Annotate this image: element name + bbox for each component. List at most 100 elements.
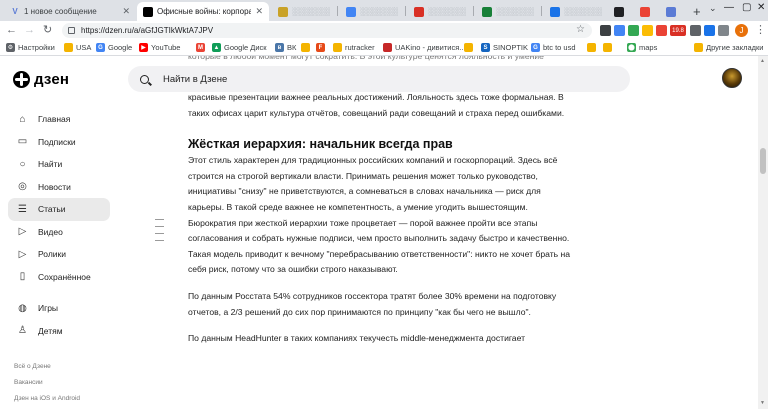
bookmark-uakino[interactable]: UAKino - дивитися... [383, 41, 466, 54]
page-scrollbar[interactable]: ▲ ▼ [758, 56, 768, 409]
folder-icon [464, 43, 473, 52]
footer-link-apps[interactable]: Дзен на iOS и Android [14, 395, 80, 402]
browser-menu-icon[interactable]: ⋮ [755, 23, 766, 36]
gear-icon: ⚙ [6, 43, 15, 52]
new-tab-button[interactable]: + [693, 4, 701, 19]
bookmark-folder[interactable] [301, 41, 313, 54]
address-bar[interactable]: https://dzen.ru/a/aGfJGTIkWktA7JPV [62, 23, 592, 38]
extension-icon[interactable] [656, 25, 667, 36]
back-icon[interactable]: ← [6, 23, 17, 37]
scroll-up-icon[interactable]: ▲ [760, 58, 765, 64]
vk-icon: в [275, 43, 284, 52]
sidebar-item-search[interactable]: ○ Найти [8, 153, 110, 176]
kids-icon: ♙ [18, 325, 27, 337]
browser-tab[interactable]: ░░░░░░░░ [408, 2, 472, 21]
browser-tab[interactable]: V 1 новое сообщение ✕ [4, 2, 136, 21]
close-icon[interactable]: ✕ [122, 6, 130, 17]
folder-icon [587, 43, 596, 52]
bookmark-google-drive[interactable]: ▲ Google Диск [212, 41, 267, 54]
extension-badge[interactable]: 19.8 [670, 25, 686, 36]
browser-tab[interactable]: ░░░░░░░░ [272, 2, 336, 21]
browser-tab[interactable] [662, 2, 694, 21]
extension-icon[interactable] [704, 25, 715, 36]
bookmark-folder[interactable] [464, 41, 476, 54]
footer-link-jobs[interactable]: Вакансии [14, 379, 43, 386]
tab-favicon-icon [414, 6, 424, 17]
browser-tab-strip: V 1 новое сообщение ✕ Офисные войны: кор… [0, 0, 768, 21]
article-toc-markers[interactable] [155, 219, 164, 247]
bookmark-icon: ▯ [19, 271, 26, 283]
minimize-icon[interactable]: — [724, 2, 734, 13]
article-paragraph: По данным Росстата 54% сотрудников госсе… [188, 290, 557, 317]
user-avatar[interactable] [722, 68, 742, 88]
extension-icon[interactable] [642, 25, 653, 36]
sidebar-item-saved[interactable]: ▯ Сохранённое [8, 266, 110, 289]
search-icon: ○ [19, 158, 26, 170]
close-icon[interactable]: ✕ [255, 6, 263, 17]
bookmark-maps[interactable]: ⬤ maps [627, 41, 657, 54]
search-icon [140, 74, 149, 84]
bookmark-vk[interactable]: в ВК [275, 41, 296, 54]
video-icon: ▷ [18, 226, 27, 238]
tab-favicon-icon [550, 6, 560, 17]
bookmarks-bar: ⚙ Настройки USA G Google ▶ YouTube M ▲ Googl… [0, 40, 768, 56]
bookmark-google[interactable]: G Google [96, 41, 132, 54]
dzen-logo[interactable]: дзен [13, 71, 69, 88]
lock-icon[interactable] [68, 27, 75, 34]
gamepad-icon: ◍ [18, 302, 27, 314]
sidebar-item-shorts[interactable]: ▷ Ролики [8, 243, 110, 266]
scrollbar-thumb[interactable] [760, 148, 766, 174]
bookmark-rutracker[interactable]: rutracker [333, 41, 375, 54]
sidebar-item-news[interactable]: ◎ Новости [8, 176, 110, 199]
sidebar-item-video[interactable]: ▷ Видео [8, 221, 110, 244]
site-search-input[interactable]: Найти в Дзене [128, 66, 630, 92]
sidebar-item-subscriptions[interactable]: ▭ Подписки [8, 131, 110, 154]
bookmark-usa[interactable]: USA [64, 41, 91, 54]
article-heading: Жёсткая иерархия: начальник всегда прав [188, 137, 453, 152]
browser-tab[interactable]: ░░░░░░░░ [340, 2, 404, 21]
folder-icon [603, 43, 612, 52]
sidebar-item-games[interactable]: ◍ Игры [8, 297, 110, 320]
profile-avatar[interactable]: J [735, 24, 748, 37]
bookmark-gmail[interactable]: M [196, 41, 208, 54]
sidebar: ⌂ Главная ▭ Подписки ○ Найти ◎ Новости ☰… [8, 108, 110, 342]
gmail-icon: M [196, 43, 205, 52]
bookmark-star-icon[interactable]: ☆ [576, 24, 585, 35]
sidebar-item-home[interactable]: ⌂ Главная [8, 108, 110, 131]
bookmark-btc-to-usd[interactable]: Gbtc to usd [531, 41, 576, 54]
tab-favicon-icon [614, 6, 624, 17]
search-placeholder: Найти в Дзене [163, 73, 228, 85]
extension-icon[interactable] [628, 25, 639, 36]
browser-tab[interactable]: ░░░░░░░░ [544, 2, 608, 21]
browser-tab[interactable]: ░░░░░░░░ [476, 2, 540, 21]
bookmark-sinoptik[interactable]: S SINOPTIK [481, 41, 528, 54]
bookmark-other[interactable]: Другие закладки [694, 41, 763, 54]
tab-favicon-icon [278, 6, 288, 17]
bookmark-youtube[interactable]: ▶ YouTube [139, 41, 180, 54]
google-icon: G [96, 43, 105, 52]
tab-search-icon[interactable]: ⌄ [709, 3, 717, 14]
extension-icon[interactable] [614, 25, 625, 36]
bookmark-item[interactable]: F [316, 41, 328, 54]
dzen-favicon-icon [143, 6, 153, 17]
maximize-icon[interactable]: ▢ [742, 2, 751, 13]
bookmark-folder[interactable] [587, 41, 599, 54]
bookmark-settings[interactable]: ⚙ Настройки [6, 41, 55, 54]
sidebar-item-kids[interactable]: ♙ Детям [8, 320, 110, 343]
folder-icon [694, 43, 703, 52]
news-icon: ◎ [18, 181, 27, 193]
extensions-puzzle-icon[interactable] [718, 25, 729, 36]
scroll-down-icon[interactable]: ▼ [760, 400, 765, 406]
extension-icon[interactable] [600, 25, 611, 36]
sidebar-item-articles[interactable]: ☰ Статьи [8, 198, 110, 221]
forward-icon[interactable]: → [24, 23, 35, 37]
google-icon: G [531, 43, 540, 52]
close-window-icon[interactable]: ✕ [757, 2, 765, 13]
bookmark-folder[interactable] [603, 41, 615, 54]
tab-favicon-icon [482, 6, 492, 17]
footer-link-about[interactable]: Всё о Дзене [14, 363, 51, 370]
extension-icon[interactable] [690, 25, 701, 36]
reload-icon[interactable]: ↻ [43, 23, 52, 37]
browser-tab-active[interactable]: Офисные войны: корпоративн ✕ [137, 2, 269, 21]
tab-favicon-icon [666, 6, 676, 17]
